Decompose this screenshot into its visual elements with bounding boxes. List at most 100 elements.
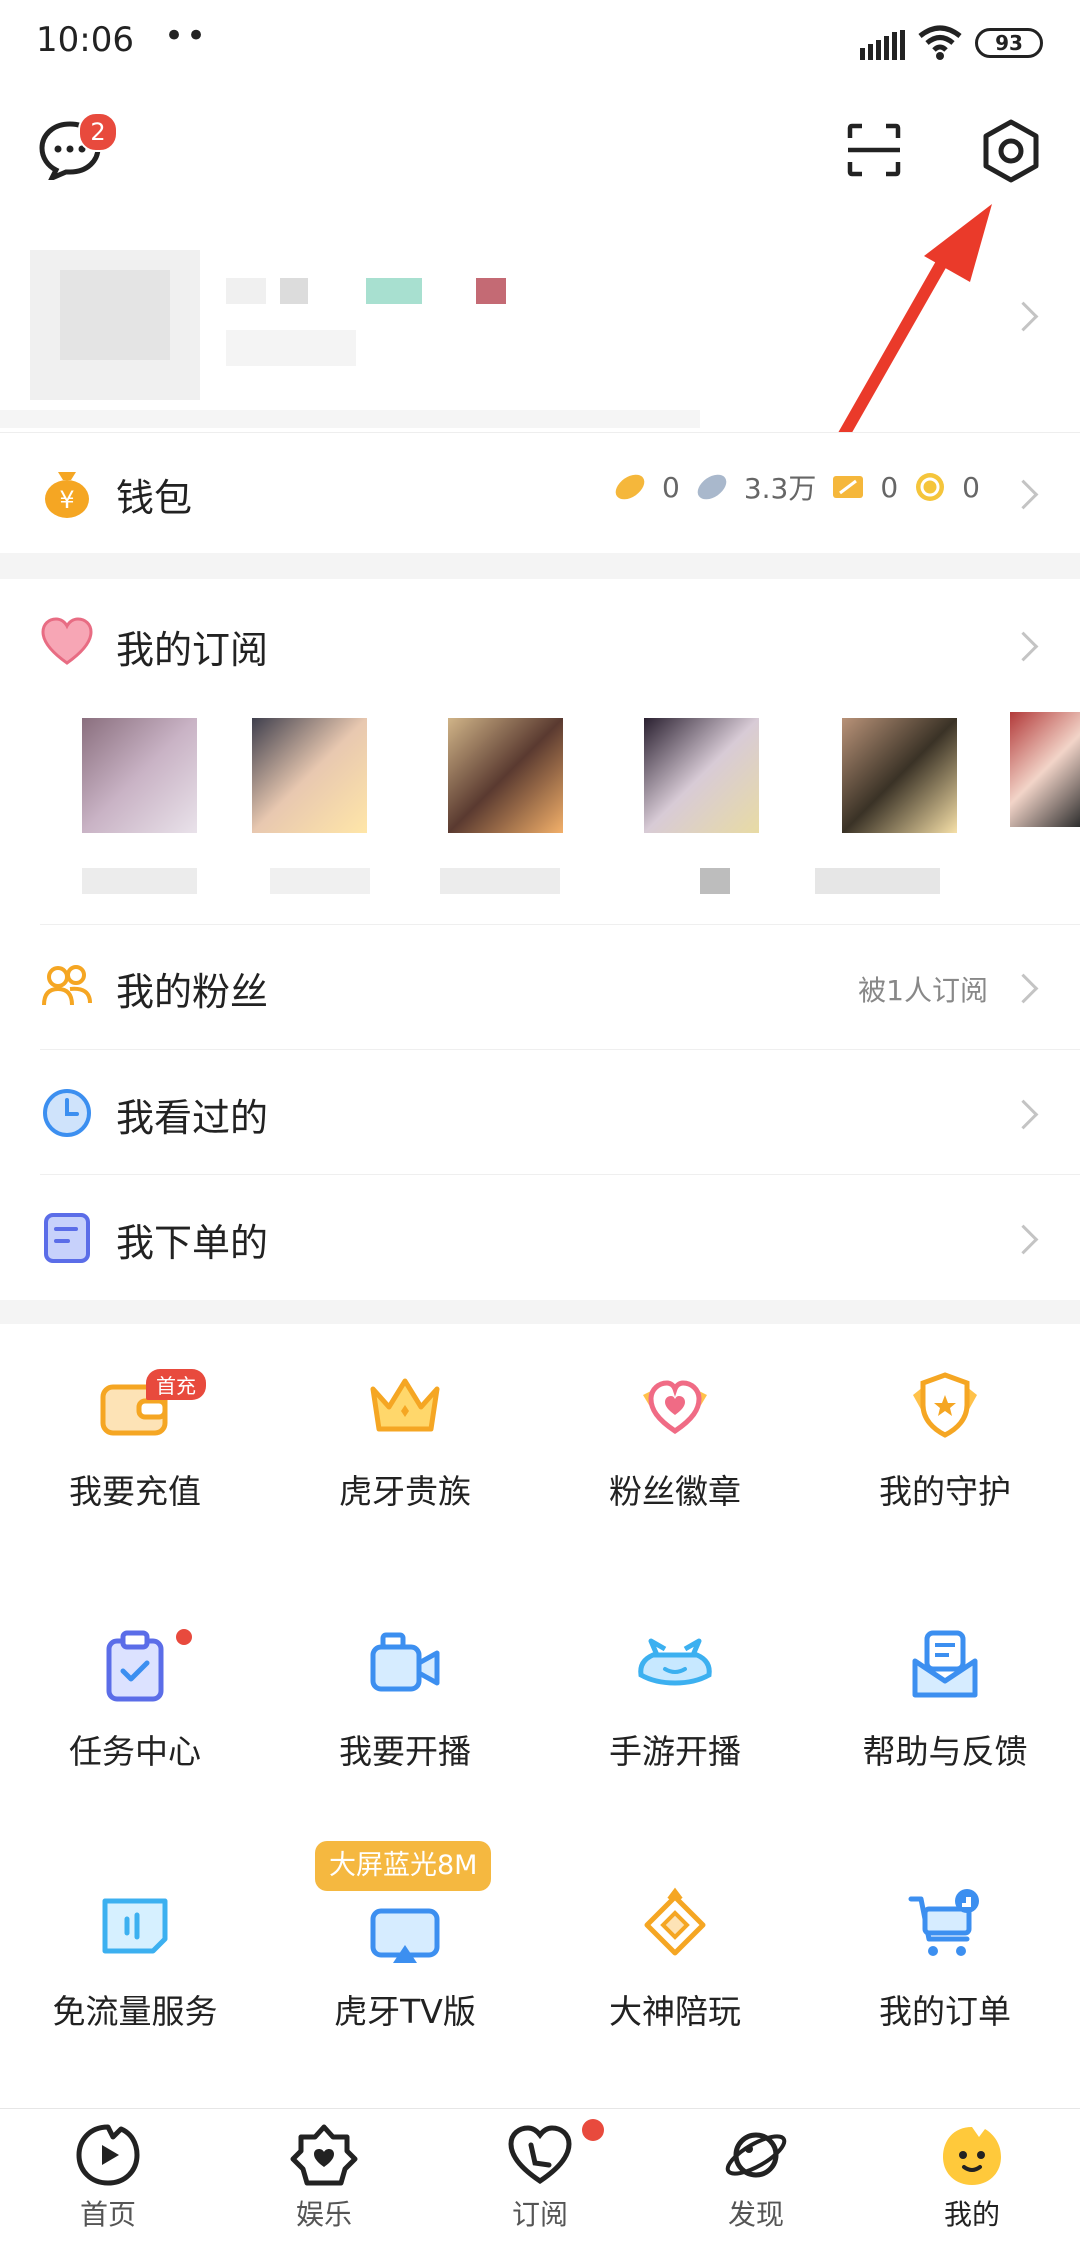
wallet-chevron-icon [1008, 479, 1039, 510]
grid-item-my-orders[interactable]: 我的订单 [810, 1865, 1080, 2105]
subscribed-name-blur [700, 868, 730, 894]
tab-new-dot [582, 2119, 604, 2141]
heart-icon [41, 617, 93, 665]
grid-item-go-live[interactable]: 我要开播 [270, 1605, 540, 1845]
tab-mine[interactable]: 我的 [864, 2123, 1080, 2249]
coin-icon [916, 473, 945, 501]
fans-icon [42, 965, 92, 1006]
subscriptions-chevron-icon [1008, 631, 1039, 662]
tab-label: 我的 [943, 2198, 1000, 2231]
menu-row-fans[interactable]: 我的粉丝 被1人订阅 [0, 925, 1080, 1045]
mine-avatar-icon [943, 2127, 1001, 2185]
profile-shadow [0, 410, 700, 428]
fans-label: 我的粉丝 [116, 970, 269, 1014]
entertainment-icon [290, 2124, 358, 2186]
fans-detail: 被1人订阅 [858, 974, 988, 1007]
badge-blur [476, 278, 506, 304]
status-dots: •• [164, 16, 209, 56]
menu-row-history[interactable]: 我看过的 [0, 1050, 1080, 1170]
tv-promo-tooltip: 大屏蓝光8M [315, 1841, 492, 1891]
grid-item-task-center[interactable]: 任务中心 [0, 1605, 270, 1845]
wallet-label: 钱包 [116, 476, 193, 520]
subscribed-avatar[interactable] [1010, 712, 1080, 827]
tab-label: 娱乐 [295, 2198, 352, 2231]
grid-label: 虎牙贵族 [339, 1472, 471, 1511]
heart-badge-icon [643, 1380, 707, 1435]
wallet-row[interactable]: ¥ 钱包 0 3.3万 0 0 [0, 433, 1080, 553]
grid-item-fan-badge[interactable]: 粉丝徽章 [540, 1345, 810, 1585]
grid-item-nobility[interactable]: 虎牙贵族 [270, 1345, 540, 1585]
tv-icon [370, 1908, 440, 1963]
tab-entertainment[interactable]: 娱乐 [216, 2123, 432, 2249]
tab-subscribe[interactable]: 订阅 [432, 2119, 648, 2249]
user-id-blur [226, 330, 356, 366]
profile-header[interactable] [0, 220, 1080, 435]
wallet-stats: 0 3.3万 0 0 [612, 467, 980, 507]
orders-chevron-icon [1008, 1224, 1039, 1255]
silver-bean-icon [697, 474, 727, 500]
subscriptions-row[interactable]: 我的订阅 [0, 579, 1080, 699]
grid-label: 我的订单 [879, 1992, 1011, 2031]
nickname-blur [226, 278, 266, 304]
message-badge: 2 [78, 112, 118, 152]
grid-label: 大神陪玩 [609, 1992, 741, 2031]
grid-item-companion-play[interactable]: 大神陪玩 [540, 1865, 810, 2105]
grid-label: 任务中心 [69, 1732, 201, 1771]
home-play-icon [76, 2124, 140, 2186]
subscribed-avatar[interactable] [82, 718, 197, 833]
video-camera-icon [370, 1632, 440, 1692]
grid-item-mobile-game-live[interactable]: 手游开播 [540, 1605, 810, 1845]
subscribed-avatar[interactable] [252, 718, 367, 833]
grid-label: 虎牙TV版 [334, 1992, 476, 2031]
game-controller-icon [638, 1638, 712, 1686]
settings-gear-icon[interactable] [978, 118, 1044, 184]
gold-bean-value: 0 [661, 470, 680, 504]
diamond-icon [644, 1887, 706, 1956]
grid-label: 帮助与反馈 [862, 1732, 1028, 1771]
task-clipboard-icon [106, 1630, 164, 1702]
order-icon [44, 1213, 90, 1263]
status-time: 10:06 [36, 20, 134, 60]
scan-icon[interactable] [846, 122, 902, 178]
data-card-icon [102, 1898, 168, 1954]
grid-label: 我的守护 [879, 1472, 1011, 1511]
nickname-blur [280, 278, 308, 304]
new-dot [176, 1629, 192, 1645]
history-clock-icon [43, 1089, 91, 1137]
grid-item-free-data[interactable]: 免流量服务 [0, 1865, 270, 2105]
subscribed-avatar[interactable] [448, 718, 563, 833]
wifi-icon [918, 25, 962, 60]
bottom-tab-bar: 首页 娱乐 订阅 发现 我的 [0, 2108, 1080, 2249]
battery-indicator: 93 [975, 28, 1043, 58]
subscribed-avatar[interactable] [842, 718, 957, 833]
subscribed-name-blur [440, 868, 560, 894]
subscribed-avatar[interactable] [644, 718, 759, 833]
tab-discover[interactable]: 发现 [648, 2123, 864, 2249]
subscriptions-label: 我的订阅 [116, 628, 269, 672]
grid-item-help-feedback[interactable]: 帮助与反馈 [810, 1605, 1080, 1845]
gold-bean-icon [615, 474, 645, 500]
first-charge-badge: 首充 [146, 1369, 206, 1400]
shopping-cart-icon [908, 1889, 979, 1956]
subscribed-name-blur [815, 868, 940, 894]
discover-planet-icon [725, 2132, 787, 2178]
grid-label: 免流量服务 [52, 1992, 218, 2031]
menu-row-orders[interactable]: 我下单的 [0, 1175, 1080, 1295]
avatar-blur [60, 270, 170, 360]
subscribed-name-blur [270, 868, 370, 894]
silver-bean-value: 3.3万 [743, 472, 817, 505]
ticket-icon [833, 476, 864, 498]
history-label: 我看过的 [116, 1096, 269, 1140]
subscription-avatar-strip[interactable] [0, 700, 1080, 900]
signal-icon [860, 30, 905, 60]
grid-item-recharge[interactable]: 首充 我要充值 [0, 1345, 270, 1585]
shield-icon [913, 1372, 977, 1438]
grid-item-guard[interactable]: 我的守护 [810, 1345, 1080, 1585]
history-chevron-icon [1008, 1099, 1039, 1130]
section-gap [0, 1300, 1080, 1324]
grid-item-tv-version[interactable]: 大屏蓝光8M 虎牙TV版 [270, 1841, 540, 2105]
grid-label: 我要开播 [339, 1732, 471, 1771]
tab-home[interactable]: 首页 [0, 2123, 216, 2249]
svg-text:¥: ¥ [59, 486, 74, 514]
feedback-mail-icon [912, 1630, 978, 1698]
